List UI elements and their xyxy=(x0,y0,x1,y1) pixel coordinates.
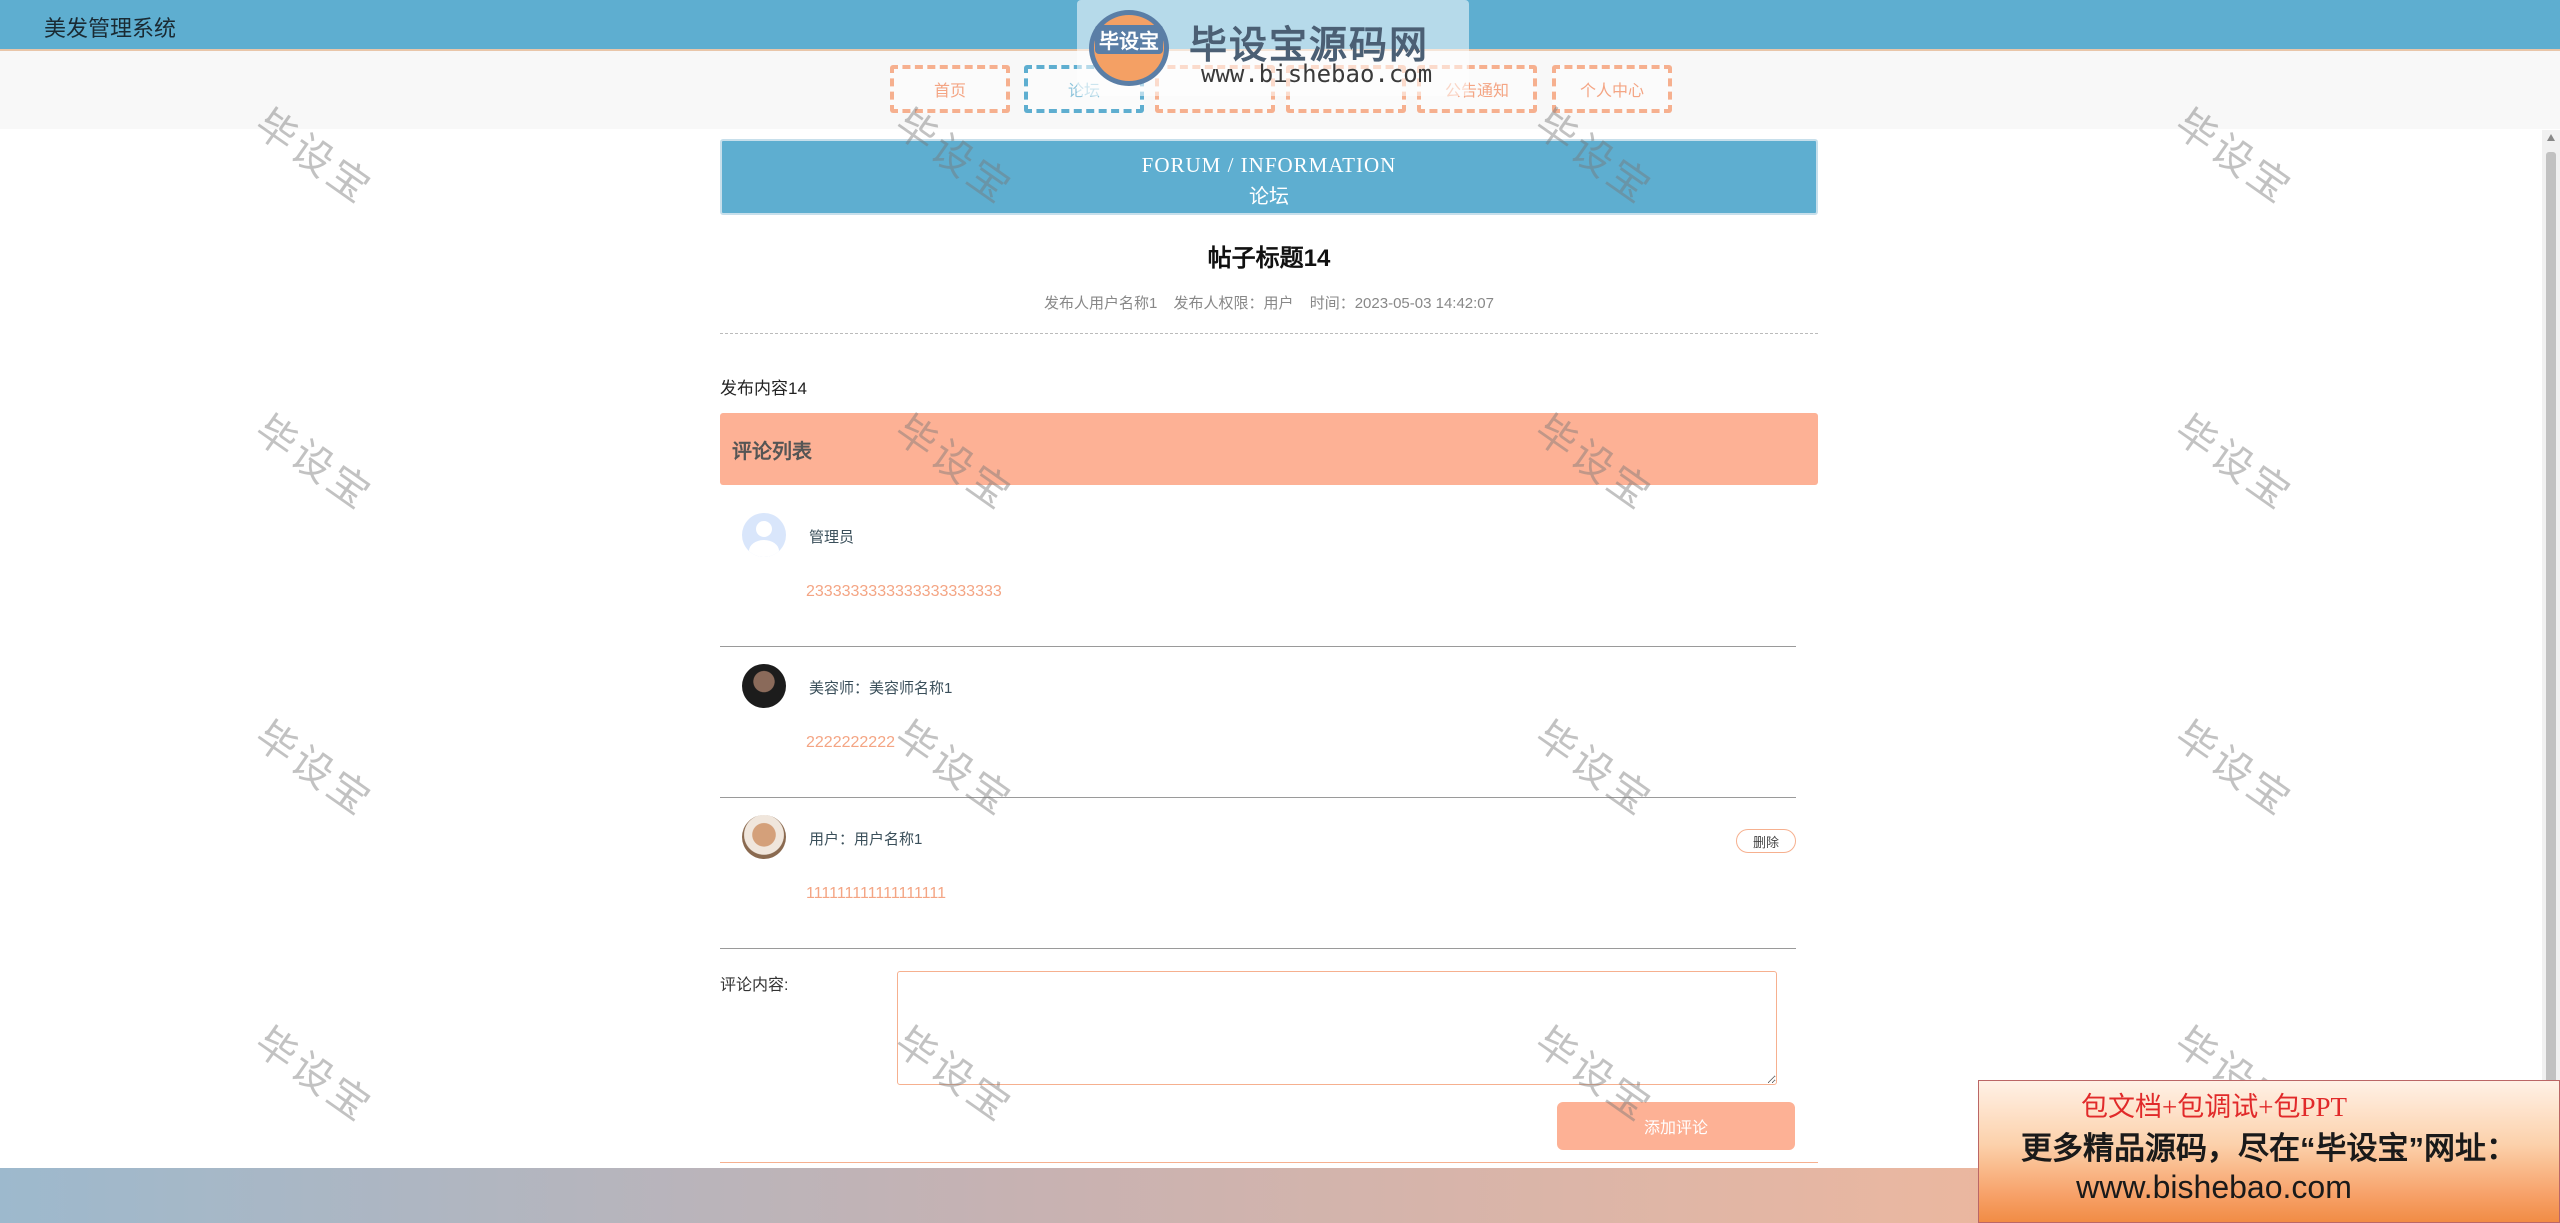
dark-photo-avatar xyxy=(742,664,786,708)
watermark: 毕设宝 xyxy=(246,406,381,520)
post-title: 帖子标题14 xyxy=(1207,245,1331,272)
promo-ad[interactable]: 包文档+包调试+包PPT 更多精品源码，尽在“毕设宝”网址： www.bishe… xyxy=(1978,1080,2560,1223)
comments-header: 评论列表 xyxy=(720,413,1818,485)
delete-comment-button[interactable]: 删除 xyxy=(1736,829,1796,853)
scroll-up-arrow-icon[interactable] xyxy=(2547,134,2555,141)
comment-form-label: 评论内容: xyxy=(720,977,789,994)
forum-banner: FORUM / INFORMATION 论坛 xyxy=(720,139,1818,215)
logo-badge-text: 毕设宝 xyxy=(1095,25,1163,54)
comment-text: 111111111111111111 xyxy=(806,885,946,902)
ad-line-2: 更多精品源码，尽在“毕设宝”网址： xyxy=(2021,1131,2517,1166)
comment-input[interactable] xyxy=(897,971,1777,1085)
post-meta: 发布人用户名称1 发布人权限：用户 时间：2023-05-03 14:42:07 xyxy=(720,292,1818,313)
post-time: 时间：2023-05-03 14:42:07 xyxy=(1309,295,1494,312)
comment-author: 用户：用户名称1 xyxy=(809,831,923,848)
post-content: 发布内容14 xyxy=(720,379,807,398)
divider xyxy=(720,1162,1818,1163)
site-logo-watermark: 毕设宝 毕设宝源码网 www.bishebao.com xyxy=(1077,0,1469,96)
nav-item-profile[interactable]: 个人中心 xyxy=(1552,65,1672,113)
logo-badge-icon: 毕设宝 xyxy=(1089,10,1169,86)
nav-item-home[interactable]: 首页 xyxy=(890,65,1010,113)
scroll-thumb[interactable] xyxy=(2546,152,2556,1152)
watermark: 毕设宝 xyxy=(246,1018,381,1132)
comment-text: 2222222222 xyxy=(806,734,895,751)
comment-item: 美容师：美容师名称1 2222222222 xyxy=(720,648,1796,798)
default-avatar-icon xyxy=(742,513,786,557)
post-author: 发布人用户名称1 xyxy=(1044,295,1158,312)
watermark: 毕设宝 xyxy=(2166,712,2301,826)
watermark: 毕设宝 xyxy=(246,712,381,826)
banner-title-cn: 论坛 xyxy=(1249,186,1289,208)
light-photo-avatar xyxy=(742,815,786,859)
comment-item: 管理员 2333333333333333333333 xyxy=(720,497,1796,647)
app-title: 美发管理系统 xyxy=(44,16,177,41)
ad-line-1: 包文档+包调试+包PPT xyxy=(2081,1092,2347,1122)
comment-item: 用户：用户名称1 111111111111111111 删除 xyxy=(720,799,1796,949)
comment-author: 美容师：美容师名称1 xyxy=(809,680,953,697)
post-role: 发布人权限：用户 xyxy=(1173,295,1294,312)
ad-line-3: www.bishebao.com xyxy=(2076,1169,2352,1205)
logo-url: www.bishebao.com xyxy=(1201,60,1433,88)
comment-author: 管理员 xyxy=(809,529,855,546)
add-comment-button[interactable]: 添加评论 xyxy=(1557,1102,1795,1150)
divider xyxy=(720,333,1818,334)
comment-text: 2333333333333333333333 xyxy=(806,583,1002,600)
page-scrollbar[interactable] xyxy=(2542,130,2560,1168)
banner-title-en: FORUM / INFORMATION xyxy=(1141,153,1397,177)
watermark: 毕设宝 xyxy=(2166,406,2301,520)
